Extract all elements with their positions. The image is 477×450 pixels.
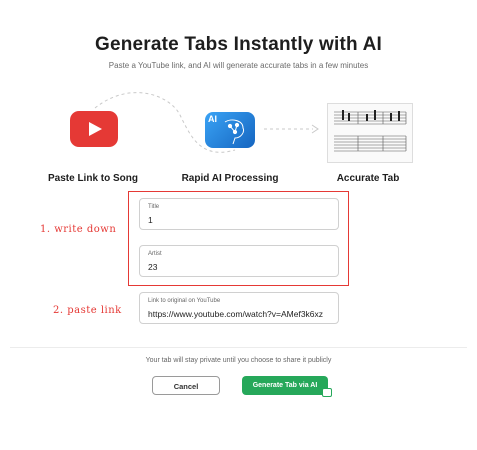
artist-field[interactable]: Artist <box>139 245 339 277</box>
brain-circuit-icon <box>224 119 244 145</box>
youtube-link-label: Link to original on YouTube <box>148 298 221 304</box>
step-label-ai-processing: Rapid AI Processing <box>181 173 279 184</box>
cancel-button[interactable]: Cancel <box>152 376 220 395</box>
generate-tab-button[interactable]: Generate Tab via AI <box>242 376 328 395</box>
ai-brain-icon: AI <box>205 112 255 148</box>
step-label-paste-link: Paste Link to Song <box>47 173 138 184</box>
annotation-paste-link: 2. paste link <box>53 305 122 316</box>
title-field[interactable]: Title <box>139 198 339 230</box>
youtube-link-field[interactable]: Link to original on YouTube <box>139 292 339 324</box>
artist-field-label: Artist <box>148 251 162 257</box>
guitar-tab-icon <box>327 103 413 163</box>
youtube-icon <box>70 111 118 147</box>
flow-curve-2 <box>120 101 210 147</box>
tab-sheet-icon <box>334 110 407 152</box>
annotation-write-down: 1. write down <box>40 224 117 235</box>
divider <box>10 347 467 348</box>
youtube-link-input[interactable] <box>148 309 333 319</box>
flow-connectors <box>94 92 319 153</box>
privacy-note: Your tab will stay private until you cho… <box>145 357 332 364</box>
lock-icon <box>322 388 332 397</box>
artist-input[interactable] <box>148 262 333 272</box>
title-field-label: Title <box>148 204 160 210</box>
title-input[interactable] <box>148 215 333 225</box>
step-label-accurate-tab: Accurate Tab <box>336 173 400 184</box>
